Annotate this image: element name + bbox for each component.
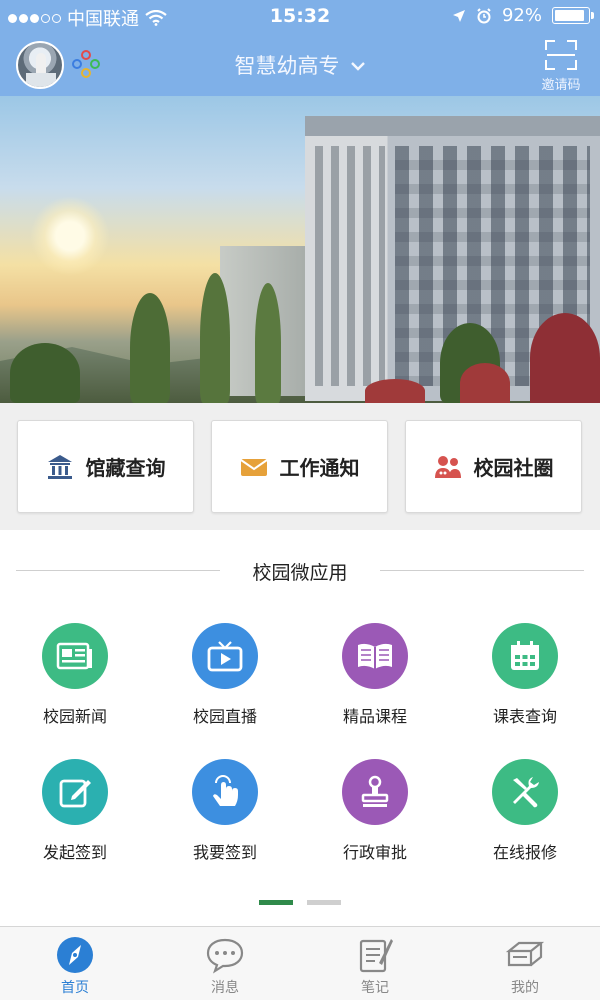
app-admin-approval[interactable]: 行政审批 [315, 759, 435, 863]
tab-notes[interactable]: 笔记 [300, 927, 450, 1000]
app-label: 发起签到 [42, 843, 107, 862]
campus-circle-card[interactable]: 校园社圈 [405, 420, 582, 513]
invite-code-button[interactable]: 邀请码 [538, 40, 584, 93]
tab-mine[interactable]: 我的 [450, 927, 600, 1000]
scan-icon [545, 40, 577, 70]
open-book-icon [342, 623, 408, 689]
section-title: 校园微应用 [238, 562, 362, 584]
app-label: 校园新闻 [42, 707, 107, 726]
location-arrow-icon [452, 9, 465, 22]
envelope-icon [239, 458, 268, 476]
stamp-icon [342, 759, 408, 825]
top-bar: 中国联通 15:32 92% 智慧幼高专 邀请码 [0, 0, 600, 96]
app-label: 精品课程 [342, 707, 407, 726]
header-title: 智慧幼高专 [234, 54, 340, 78]
status-right: 92% [452, 5, 594, 26]
status-bar: 中国联通 15:32 92% [0, 0, 600, 32]
app-my-checkin[interactable]: 我要签到 [165, 759, 285, 863]
app-label: 课表查询 [492, 707, 557, 726]
chevron-down-icon [350, 56, 366, 75]
alarm-icon [477, 7, 491, 23]
tab-label: 我的 [511, 980, 539, 996]
app-online-repair[interactable]: 在线报修 [465, 759, 585, 863]
page-dot-1[interactable] [259, 900, 293, 905]
chat-bubble-icon [205, 935, 245, 975]
app-label: 校园直播 [192, 707, 257, 726]
tab-messages[interactable]: 消息 [150, 927, 300, 1000]
app-label: 我要签到 [192, 843, 257, 862]
app-quality-courses[interactable]: 精品课程 [315, 623, 435, 727]
tab-label: 首页 [61, 980, 89, 996]
compass-icon [55, 935, 95, 975]
quick-entry-row: 馆藏查询 工作通知 校园社圈 [0, 403, 600, 530]
app-start-checkin[interactable]: 发起签到 [15, 759, 135, 863]
battery-icon [552, 7, 594, 24]
calendar-icon [492, 623, 558, 689]
app-label: 行政审批 [342, 843, 407, 862]
app-campus-live[interactable]: 校园直播 [165, 623, 285, 727]
newspaper-icon [42, 623, 108, 689]
tap-hand-icon [192, 759, 258, 825]
section-header: 校园微应用 [0, 558, 600, 584]
library-search-card[interactable]: 馆藏查询 [17, 420, 194, 513]
note-icon [355, 935, 395, 975]
work-notice-card[interactable]: 工作通知 [211, 420, 388, 513]
quick-entry-label: 馆藏查询 [85, 456, 166, 480]
micro-apps-section: 校园微应用 校园新闻 校园直播 精品课程 课表查询 发起签到 我要签到 行政审批… [0, 530, 600, 926]
tab-home[interactable]: 首页 [0, 927, 150, 1000]
edit-icon [42, 759, 108, 825]
invite-label: 邀请码 [541, 78, 581, 93]
app-timetable[interactable]: 课表查询 [465, 623, 585, 727]
app-header: 智慧幼高专 邀请码 [0, 32, 600, 96]
campus-banner-image[interactable] [0, 96, 600, 403]
quick-entry-label: 校园社圈 [473, 456, 554, 480]
bottom-tab-bar: 首页 消息 笔记 我的 [0, 926, 600, 1000]
app-label: 在线报修 [492, 843, 557, 862]
tv-play-icon [192, 623, 258, 689]
people-icon [434, 455, 461, 478]
page-indicator [0, 900, 600, 906]
page-dot-2[interactable] [307, 900, 341, 905]
app-campus-news[interactable]: 校园新闻 [15, 623, 135, 727]
campus-selector[interactable]: 智慧幼高专 [0, 50, 600, 80]
tools-icon [492, 759, 558, 825]
layers-icon [505, 935, 545, 975]
tab-label: 笔记 [361, 980, 389, 996]
tab-label: 消息 [211, 980, 239, 996]
battery-percent: 92% [501, 5, 542, 26]
library-icon [47, 454, 72, 479]
quick-entry-label: 工作通知 [279, 456, 360, 480]
